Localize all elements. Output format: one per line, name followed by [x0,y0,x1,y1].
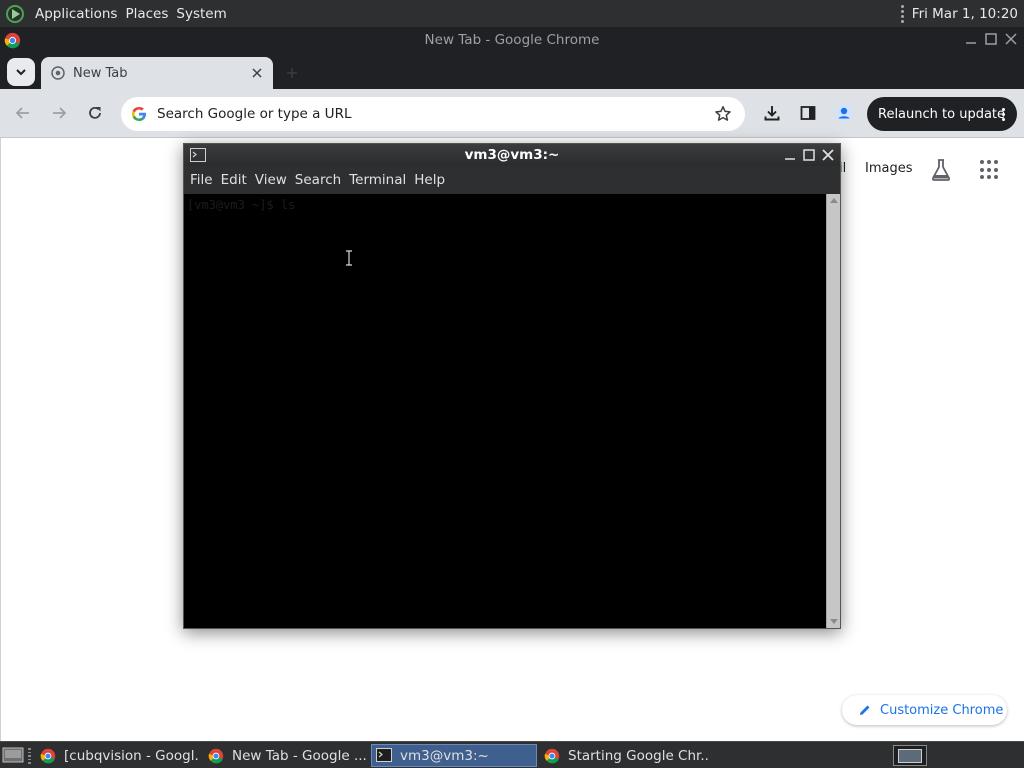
labs-flask-icon[interactable] [930,158,952,182]
bookmark-star-icon[interactable] [713,104,733,124]
taskbar-item-label: Starting Google Chr... [568,747,708,764]
customize-chrome-label: Customize Chrome [880,702,1004,718]
terminal-menu-view[interactable]: View [254,172,293,188]
terminal-close-icon[interactable] [821,147,835,163]
window-title: New Tab - Google Chrome [424,32,600,48]
google-apps-icon[interactable] [980,160,1000,180]
terminal-title: vm3@vm3:~ [464,147,560,163]
terminal-window-controls [783,147,835,163]
side-panel-icon[interactable] [797,102,819,124]
show-desktop-icon[interactable] [2,746,24,764]
top-panel: Applications Places System Fri Mar 1, 10… [0,0,1024,27]
terminal-minimize-icon[interactable] [783,147,797,163]
taskbar-item-cubqvision[interactable]: [cubqvision - Googl... [36,744,200,767]
terminal-menu-terminal[interactable]: Terminal [348,172,412,188]
ibeam-cursor-icon [346,250,352,266]
workspace-thumbnail-icon [898,748,922,763]
tab-search-button[interactable] [7,58,35,86]
relaunch-button[interactable]: Relaunch to update [867,97,1017,131]
chrome-icon [40,748,56,764]
terminal-titlebar[interactable]: vm3@vm3:~ [184,144,840,166]
new-tab-plus-icon[interactable] [283,64,301,82]
minimize-icon[interactable] [964,31,978,47]
pencil-icon [860,705,870,715]
terminal-menubar: File Edit View Search Terminal Help [184,166,840,194]
terminal-menu-help[interactable]: Help [413,172,451,188]
images-link[interactable]: Images [865,161,913,176]
menu-system[interactable]: System [172,6,230,22]
tab-label: New Tab [73,65,128,81]
tab-new-tab[interactable]: New Tab [41,57,273,89]
reload-icon[interactable] [84,102,106,124]
scroll-down-arrow-icon[interactable] [830,619,838,624]
omnibox[interactable] [121,97,745,131]
more-options-icon[interactable] [1002,108,1005,121]
chrome-icon [208,748,224,764]
download-icon[interactable] [761,102,783,124]
chrome-titlebar: New Tab - Google Chrome [0,27,1024,54]
profile-avatar-icon[interactable] [833,102,855,124]
terminal-window[interactable]: vm3@vm3:~ File Edit View Search Terminal… [183,143,841,629]
maximize-icon[interactable] [984,31,998,47]
terminal-menu-search[interactable]: Search [294,172,347,188]
window-controls [964,31,1018,47]
close-icon[interactable] [1004,31,1018,47]
menu-places[interactable]: Places [121,6,172,22]
chrome-favicon-icon [51,66,65,80]
clock[interactable]: Fri Mar 1, 10:20 [912,6,1018,22]
terminal-menu-edit[interactable]: Edit [220,172,253,188]
bottom-panel: [cubqvision - Googl... New Tab - Google … [0,741,1024,768]
terminal-menu-file[interactable]: File [189,172,219,188]
customize-chrome-button[interactable]: Customize Chrome [842,695,1007,725]
tab-close-icon[interactable] [249,65,265,81]
panel-handle-icon [900,4,904,23]
taskbar-item-label: [cubqvision - Googl... [64,747,200,764]
taskbar-item-terminal[interactable]: vm3@vm3:~ [371,744,537,767]
scroll-up-arrow-icon[interactable] [830,198,838,203]
panel-right: Fri Mar 1, 10:20 [900,0,1018,27]
gnome-logo-icon[interactable] [4,3,26,25]
workspace-switcher[interactable] [893,745,927,766]
terminal-scrollbar[interactable] [826,194,840,628]
chevron-down-icon [16,69,26,76]
terminal-maximize-icon[interactable] [802,147,816,163]
forward-arrow-icon[interactable] [48,102,70,124]
taskbar-item-new-tab[interactable]: New Tab - Google ... [204,744,366,767]
tab-strip: New Tab [0,54,1024,89]
relaunch-label: Relaunch to update [878,106,1006,122]
menu-applications[interactable]: Applications [31,6,121,22]
taskbar-item-label: New Tab - Google ... [232,747,366,764]
taskbar-item-label: vm3@vm3:~ [400,747,489,764]
chrome-toolbar: Relaunch to update [0,89,1024,138]
terminal-prompt: [vm3@vm3 ~]$ ls [187,198,296,212]
taskbar-handle-icon [28,748,32,764]
omnibox-input[interactable] [157,106,713,122]
chrome-icon [544,748,560,764]
google-g-icon [131,106,147,122]
back-arrow-icon[interactable] [12,102,34,124]
taskbar-item-starting-chrome[interactable]: Starting Google Chr... [540,744,708,767]
terminal-icon [376,747,392,764]
terminal-output-area[interactable]: [vm3@vm3 ~]$ ls [184,194,826,628]
